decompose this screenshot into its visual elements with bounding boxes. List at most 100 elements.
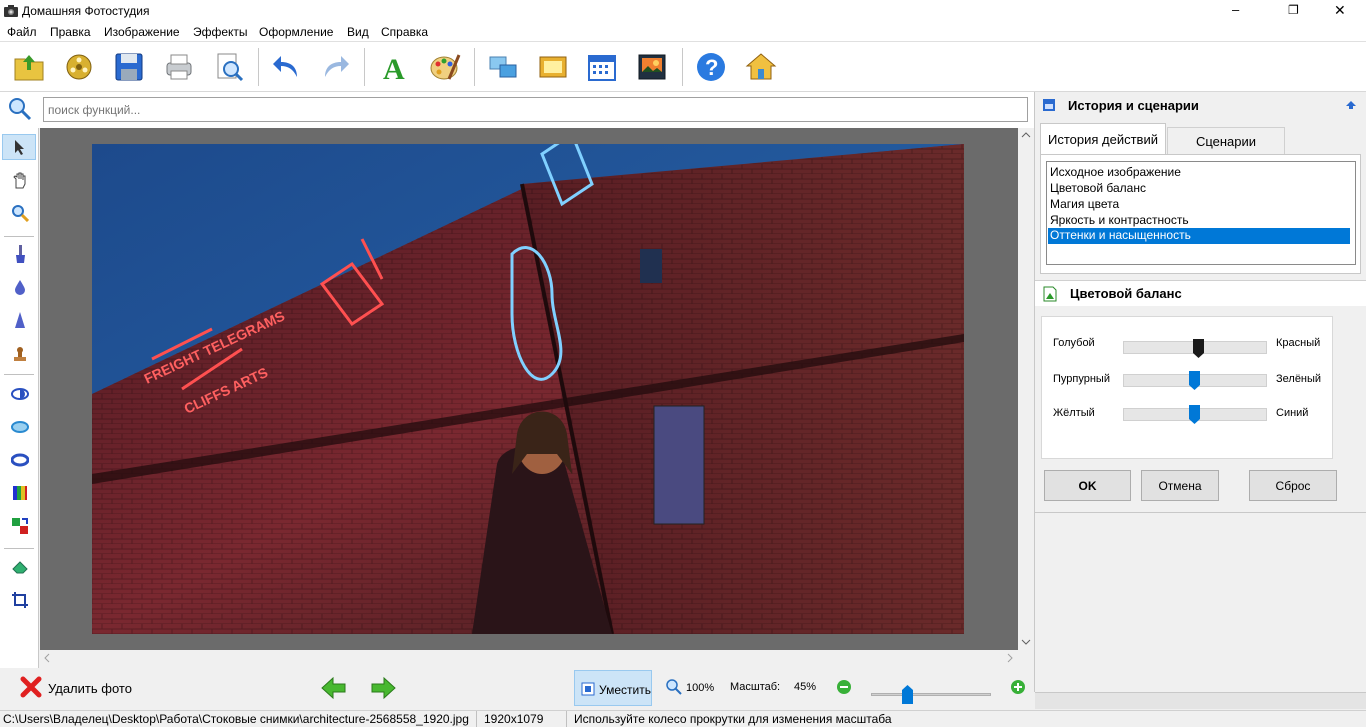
color-tool-icon[interactable] — [8, 481, 32, 505]
cyan-red-slider-thumb[interactable] — [1193, 339, 1204, 359]
status-hint: Используйте колесо прокрутки для изменен… — [574, 712, 892, 726]
menu-effects[interactable]: Эффекты — [193, 25, 248, 39]
zoom-in-icon[interactable] — [1010, 679, 1026, 698]
history-item-selected[interactable]: Оттенки и насыщенность — [1048, 228, 1350, 244]
fit-label: Уместить — [599, 683, 651, 697]
brush-tool-icon[interactable] — [8, 242, 32, 266]
sharpen-tool-icon[interactable] — [8, 308, 32, 332]
zoom-out-icon[interactable] — [836, 679, 852, 698]
history-list[interactable]: Исходное изображение Цветовой баланс Маг… — [1046, 161, 1356, 265]
zoom-tool-icon[interactable] — [8, 201, 32, 225]
vignette-tool-icon[interactable] — [8, 415, 32, 439]
ok-button[interactable]: OK — [1044, 470, 1131, 501]
color-balance-header: Цветовой баланс — [1035, 280, 1366, 306]
cyan-label: Голубой — [1053, 337, 1095, 349]
scale-label: Масштаб: — [730, 681, 781, 693]
home-icon[interactable] — [742, 48, 780, 86]
tab-scenarios[interactable]: Сценарии — [1167, 127, 1285, 155]
drop-tool-icon[interactable] — [8, 275, 32, 299]
photo: FREIGHT TELEGRAMS CLIFFS ARTS — [92, 131, 964, 635]
calendar-icon[interactable] — [583, 48, 621, 86]
scale-value: 45% — [794, 681, 817, 693]
svg-text:?: ? — [705, 55, 718, 80]
zoom-100-label[interactable]: 100% — [686, 682, 714, 694]
menu-bar: Файл Правка Изображение Эффекты Оформлен… — [0, 22, 1366, 42]
save-icon[interactable] — [110, 48, 148, 86]
magenta-green-slider-thumb[interactable] — [1189, 371, 1200, 391]
svg-text:A: A — [383, 53, 405, 83]
toolbar: A ? — [0, 42, 1366, 92]
delete-x-icon[interactable] — [20, 676, 42, 701]
magenta-label: Пурпурный — [1053, 373, 1110, 385]
hand-tool-icon[interactable] — [8, 168, 32, 192]
undo-icon[interactable] — [268, 48, 306, 86]
next-arrow-icon[interactable] — [370, 676, 396, 703]
menu-file[interactable]: Файл — [7, 25, 37, 39]
panel-title: История и сценарии — [1068, 98, 1199, 113]
text-icon[interactable]: A — [376, 48, 414, 86]
vertical-scrollbar[interactable] — [1018, 128, 1034, 650]
ring-tool-icon[interactable] — [8, 448, 32, 472]
history-panel-icon — [1042, 98, 1056, 115]
menu-edit[interactable]: Правка — [50, 25, 91, 39]
fit-icon — [581, 682, 595, 699]
status-file-path: C:\Users\Владелец\Desktop\Работа\Стоковы… — [3, 712, 469, 726]
panel-scrollbar[interactable] — [1035, 692, 1366, 709]
app-camera-icon — [4, 4, 18, 17]
close-button[interactable]: ✕ — [1334, 2, 1346, 19]
history-item[interactable]: Цветовой баланс — [1050, 181, 1146, 197]
eraser-tool-icon[interactable] — [8, 555, 32, 579]
window-title: Домашняя Фотостудия — [22, 4, 150, 18]
menu-help[interactable]: Справка — [381, 25, 428, 39]
menu-view[interactable]: Вид — [347, 25, 369, 39]
help-icon[interactable]: ? — [692, 48, 730, 86]
red-label: Красный — [1276, 337, 1321, 349]
zoom-slider[interactable] — [871, 693, 991, 696]
menu-design[interactable]: Оформление — [259, 25, 333, 39]
history-item[interactable]: Исходное изображение — [1050, 165, 1181, 181]
stamp-tool-icon[interactable] — [8, 342, 32, 366]
postcard-icon[interactable] — [633, 48, 671, 86]
open-folder-icon[interactable] — [10, 48, 48, 86]
preview-icon[interactable] — [210, 48, 248, 86]
zoom-100-icon[interactable] — [666, 679, 682, 698]
blue-label: Синий — [1276, 407, 1309, 419]
crop-tool-icon[interactable] — [8, 588, 32, 612]
status-bar: C:\Users\Владелец\Desktop\Работа\Стоковы… — [0, 710, 1366, 727]
tab-history[interactable]: История действий — [1040, 123, 1166, 155]
collage-icon[interactable] — [484, 48, 522, 86]
cancel-button[interactable]: Отмена — [1141, 470, 1219, 501]
print-icon[interactable] — [160, 48, 198, 86]
reset-button[interactable]: Сброс — [1249, 470, 1337, 501]
history-item[interactable]: Яркость и контрастность — [1050, 213, 1189, 229]
left-toolbar — [0, 128, 39, 668]
minimize-button[interactable]: – — [1232, 2, 1239, 17]
zoom-slider-thumb[interactable] — [902, 684, 913, 707]
status-dimensions: 1920x1079 — [484, 712, 544, 726]
previous-arrow-icon[interactable] — [321, 676, 347, 703]
fit-button[interactable]: Уместить — [574, 670, 652, 706]
palette-icon[interactable] — [426, 48, 464, 86]
search-input[interactable] — [43, 97, 1028, 122]
replace-color-tool-icon[interactable] — [8, 514, 32, 538]
yellow-label: Жёлтый — [1053, 407, 1095, 419]
contrast-tool-icon[interactable] — [8, 382, 32, 406]
frame-icon[interactable] — [534, 48, 572, 86]
yellow-blue-slider-thumb[interactable] — [1189, 405, 1200, 425]
search-icon — [8, 97, 32, 124]
menu-image[interactable]: Изображение — [104, 25, 180, 39]
color-balance-icon — [1043, 286, 1057, 305]
bottom-bar: Удалить фото Уместить 100% Масштаб: 45% — [0, 668, 1034, 710]
film-reel-icon[interactable] — [60, 48, 98, 86]
sliders-box: Голубой Красный Пурпурный Зелёный Жёлтый… — [1041, 316, 1333, 459]
delete-photo-label[interactable]: Удалить фото — [48, 681, 132, 696]
collapse-up-icon[interactable] — [1345, 98, 1357, 113]
maximize-button[interactable]: ❐ — [1288, 3, 1299, 17]
pointer-tool-icon[interactable] — [2, 134, 36, 160]
color-balance-title: Цветовой баланс — [1070, 286, 1182, 301]
history-item[interactable]: Магия цвета — [1050, 197, 1119, 213]
right-panel: История и сценарии История действий Сцен… — [1034, 92, 1366, 709]
redo-icon[interactable] — [316, 48, 354, 86]
green-label: Зелёный — [1276, 373, 1322, 385]
horizontal-scrollbar[interactable] — [40, 650, 1018, 666]
